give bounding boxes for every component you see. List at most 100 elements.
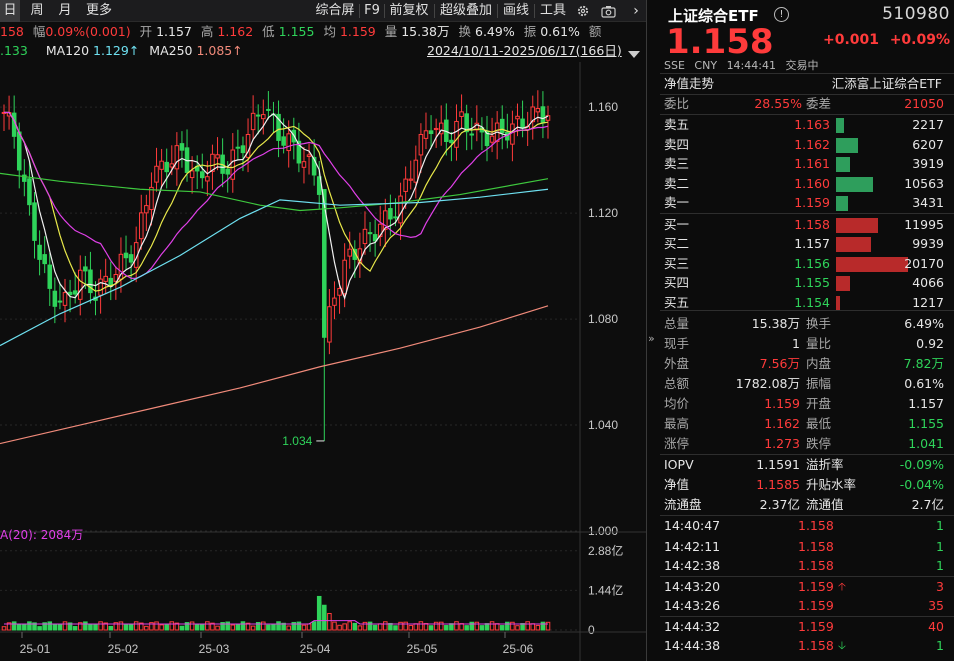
bid-row[interactable]: 买四 1.155 4066	[660, 273, 954, 293]
volume-bar	[123, 624, 129, 631]
kline-panel[interactable]: 日 周 月 更多 综合屏 F9 前复权 超级叠加 画线 工具 › 158 幅0.…	[0, 0, 646, 661]
volume-bar	[47, 621, 53, 631]
tools-button[interactable]: 工具	[537, 0, 569, 22]
volume-bar	[194, 624, 200, 631]
stats-row: 现手 1 量比 0.92	[660, 334, 954, 354]
bid-row[interactable]: 买三 1.156 20170	[660, 254, 954, 274]
forward-adjust-button[interactable]: 前复权	[387, 0, 431, 22]
candle-body	[179, 143, 185, 151]
iopv-label: 流通值	[806, 497, 844, 512]
bid-row[interactable]: 买二 1.157 9939	[660, 234, 954, 254]
candle-body	[123, 252, 129, 259]
collapse-arrow-icon[interactable]: »	[648, 332, 655, 345]
settings-gear-icon[interactable]	[573, 0, 593, 22]
volume-bar	[337, 624, 342, 631]
y-tick-label: 1.160	[588, 100, 618, 114]
volume-bar	[159, 624, 164, 631]
toolbar-divider	[497, 4, 498, 18]
ask-row[interactable]: 卖四 1.162 6207	[660, 135, 954, 155]
avg-value: 1.159	[339, 24, 376, 39]
volume-bar	[494, 623, 500, 631]
tick-time: 14:43:26	[664, 598, 721, 613]
candle-body	[62, 292, 68, 306]
candle-body	[418, 133, 424, 156]
candle-body	[332, 297, 337, 306]
volume-bar	[469, 621, 475, 631]
candle-body	[266, 108, 271, 111]
candle-body	[42, 254, 47, 265]
stat-value: 1.159	[764, 396, 800, 411]
candle-body	[449, 139, 454, 144]
volume-bar	[72, 626, 78, 631]
candle-body	[388, 208, 393, 220]
composite-screen-button[interactable]: 综合屏	[312, 0, 358, 22]
volume-bar	[393, 625, 398, 631]
stats-row: 涨停 1.273 跌停 1.041	[660, 434, 954, 454]
candle-body	[327, 306, 332, 343]
stat-label: 内盘	[806, 356, 832, 371]
candle-body	[164, 161, 169, 173]
stat-value: 0.92	[916, 336, 944, 351]
fund-name: 汇添富上证综合ETF	[831, 76, 942, 91]
stats-row: 外盘 7.56万 内盘 7.82万	[660, 354, 954, 374]
level-price: 1.156	[794, 255, 830, 271]
candle-body	[225, 168, 230, 175]
bid-row[interactable]: 买一 1.158 11995	[660, 215, 954, 235]
volume-bar	[57, 623, 63, 631]
ask-row[interactable]: 卖三 1.161 3919	[660, 154, 954, 174]
volume-bar	[418, 621, 424, 631]
iopv-value: 1.1585	[756, 477, 800, 492]
tab-week[interactable]: 周	[26, 0, 48, 22]
ohlc-info-bar: 158 幅0.09%(0.001) 开 1.157 高 1.162 低 1.15…	[0, 22, 646, 41]
kline-chart[interactable]: 1.160 1.120 1.080 1.040 1.000 1.034 2.88亿 1.44亿…	[0, 62, 646, 661]
candle-body	[393, 216, 398, 219]
f9-button[interactable]: F9	[362, 0, 382, 22]
volume-bar	[205, 621, 210, 631]
iopv-label: IOPV	[664, 457, 694, 472]
volume-bar	[479, 625, 485, 631]
volume-ma-label: A(20): 2084万	[0, 528, 84, 542]
toolbar-divider	[534, 4, 535, 18]
weicha-value: 21050	[904, 96, 944, 111]
tab-more[interactable]: 更多	[82, 0, 116, 22]
volume-bar	[164, 623, 169, 631]
info-icon[interactable]: !	[774, 7, 789, 22]
ask-row[interactable]: 卖二 1.160 10563	[660, 174, 954, 194]
nav-trend-row[interactable]: 净值走势 汇添富上证综合ETF	[660, 74, 954, 94]
iopv-label: 净值	[664, 477, 690, 492]
candle-body	[77, 269, 83, 300]
super-overlay-button[interactable]: 超级叠加	[437, 0, 495, 22]
weicha-label: 委差	[806, 96, 832, 111]
tab-month[interactable]: 月	[54, 0, 76, 22]
candle-body	[423, 130, 429, 139]
dropdown-icon[interactable]	[628, 46, 640, 60]
divider	[660, 310, 954, 311]
draw-line-button[interactable]: 画线	[500, 0, 532, 22]
volume-bar	[286, 625, 291, 631]
candle-body	[398, 195, 403, 224]
price-change-pct: +0.09%	[889, 32, 950, 48]
y-tick-label: 1.080	[588, 312, 618, 326]
camera-icon[interactable]	[598, 0, 618, 22]
depth-bar	[836, 157, 850, 172]
tick-row: 14:44:38 1.158 🡣 1	[660, 636, 954, 656]
depth-bar	[836, 276, 851, 291]
level-volume: 4066	[912, 275, 944, 290]
tick-row: 14:44:32 1.159 40	[660, 617, 954, 637]
nav-trend-link[interactable]: 净值走势	[664, 74, 714, 94]
volume-tick-label: 2.88亿	[588, 543, 623, 558]
volume-bar	[438, 621, 444, 631]
date-range-text[interactable]: 2024/10/11-2025/06/17(166日)	[427, 41, 622, 60]
tab-day[interactable]: 日	[0, 0, 20, 22]
tick-time: 14:42:38	[664, 558, 721, 573]
ask-row[interactable]: 卖五 1.163 2217	[660, 115, 954, 135]
ask-row[interactable]: 卖一 1.159 3431	[660, 193, 954, 213]
candle-body	[454, 120, 459, 148]
turnover-label: 换	[458, 24, 472, 39]
depth-bar	[836, 237, 872, 252]
volume-bar	[383, 621, 388, 631]
volume-bar	[108, 625, 114, 631]
candle-body	[154, 165, 159, 183]
stat-label: 量比	[806, 336, 832, 351]
chevron-right-icon[interactable]: ›	[626, 0, 646, 22]
